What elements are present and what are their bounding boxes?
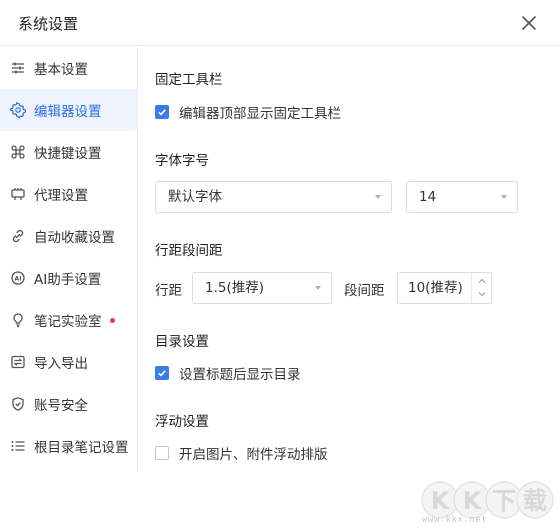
- toc-checkbox-row[interactable]: 设置标题后显示目录: [155, 364, 301, 383]
- sidebar-item-label: 代理设置: [34, 188, 88, 204]
- link-icon: [12, 229, 24, 243]
- float-checkbox[interactable]: [155, 446, 169, 460]
- proxy-icon: [11, 188, 25, 200]
- sidebar-item-label: 根目录笔记设置: [34, 440, 129, 456]
- chevron-up-icon[interactable]: [478, 277, 486, 285]
- sidebar-item-basic[interactable]: 基本设置: [0, 47, 137, 89]
- ai-icon: AI: [11, 271, 25, 285]
- sidebar-item-label: 快捷键设置: [34, 146, 102, 162]
- toolbar-checkbox[interactable]: [155, 105, 169, 119]
- svg-text:载: 载: [523, 487, 547, 515]
- font-size-select[interactable]: 14: [406, 181, 518, 213]
- sidebar-item-account-security[interactable]: 账号安全: [0, 383, 137, 425]
- toc-checkbox-label: 设置标题后显示目录: [179, 367, 301, 383]
- sidebar-item-ai[interactable]: AI AI助手设置: [0, 257, 137, 299]
- section-title-toolbar: 固定工具栏: [155, 72, 223, 88]
- section-title-float: 浮动设置: [155, 414, 209, 430]
- line-spacing-value: 1.5(推荐): [205, 280, 265, 296]
- svg-text:K: K: [431, 487, 451, 515]
- paragraph-spacing-value: 10(推荐): [408, 280, 463, 296]
- sliders-icon: [12, 62, 24, 74]
- line-spacing-label: 行距: [155, 283, 182, 299]
- section-title-font: 字体字号: [155, 153, 209, 169]
- toc-checkbox[interactable]: [155, 366, 169, 380]
- section-title-toc: 目录设置: [155, 334, 209, 350]
- check-icon: [158, 370, 166, 377]
- sidebar-item-root-notes[interactable]: 根目录笔记设置: [0, 425, 137, 467]
- command-icon: [11, 145, 25, 159]
- line-spacing-select[interactable]: 1.5(推荐): [192, 272, 332, 304]
- sidebar-item-label: AI助手设置: [34, 272, 102, 288]
- close-icon[interactable]: [518, 12, 540, 34]
- sidebar-item-label: 基本设置: [34, 62, 88, 78]
- shield-icon: [12, 397, 24, 411]
- svg-text:K: K: [463, 487, 483, 515]
- chevron-down-icon: [375, 195, 381, 199]
- title-bar: 系统设置: [0, 0, 560, 46]
- editor-settings-panel: 固定工具栏 编辑器顶部显示固定工具栏 字体字号 默认字体 14 行距段间距 行距…: [138, 47, 560, 471]
- sidebar-item-editor[interactable]: 编辑器设置: [0, 89, 137, 131]
- sidebar-item-label: 账号安全: [34, 398, 88, 414]
- section-title-spacing: 行距段间距: [155, 243, 223, 259]
- gear-icon: [10, 102, 26, 118]
- font-family-select[interactable]: 默认字体: [155, 181, 392, 213]
- check-icon: [158, 109, 166, 116]
- bulb-icon: [13, 313, 23, 328]
- chevron-down-icon: [315, 286, 321, 290]
- sidebar-item-proxy[interactable]: 代理设置: [0, 173, 137, 215]
- window-title: 系统设置: [18, 15, 79, 33]
- sidebar-item-label: 编辑器设置: [34, 104, 102, 120]
- float-checkbox-label: 开启图片、附件浮动排版: [179, 447, 328, 463]
- svg-text:AI: AI: [15, 276, 22, 283]
- paragraph-spacing-stepper[interactable]: 10(推荐): [397, 272, 492, 304]
- notification-dot: [109, 317, 115, 323]
- sidebar-item-label: 自动收藏设置: [34, 230, 115, 246]
- paragraph-spacing-label: 段间距: [344, 283, 385, 299]
- list-icon: [11, 441, 25, 451]
- settings-sidebar: 基本设置 编辑器设置 快捷键设置 代理设置 自动收藏设置 AI AI助手设置 笔…: [0, 47, 138, 471]
- import-export-icon: [11, 355, 25, 369]
- stepper-buttons: [471, 273, 491, 303]
- font-size-value: 14: [419, 189, 437, 205]
- sidebar-item-import-export[interactable]: 导入导出: [0, 341, 137, 383]
- sidebar-item-label: 导入导出: [34, 356, 88, 372]
- sidebar-item-label: 笔记实验室: [34, 314, 102, 330]
- chevron-down-icon: [501, 195, 507, 199]
- chevron-down-icon[interactable]: [478, 290, 486, 298]
- toolbar-checkbox-label: 编辑器顶部显示固定工具栏: [179, 106, 341, 122]
- watermark-url: www.kkx.net: [422, 515, 488, 525]
- sidebar-item-shortcuts[interactable]: 快捷键设置: [0, 131, 137, 173]
- float-checkbox-row[interactable]: 开启图片、附件浮动排版: [155, 444, 328, 463]
- toolbar-checkbox-row[interactable]: 编辑器顶部显示固定工具栏: [155, 103, 341, 122]
- sidebar-item-lab[interactable]: 笔记实验室: [0, 299, 137, 341]
- sidebar-item-auto-collect[interactable]: 自动收藏设置: [0, 215, 137, 257]
- font-family-value: 默认字体: [168, 189, 222, 205]
- svg-text:下: 下: [492, 487, 516, 515]
